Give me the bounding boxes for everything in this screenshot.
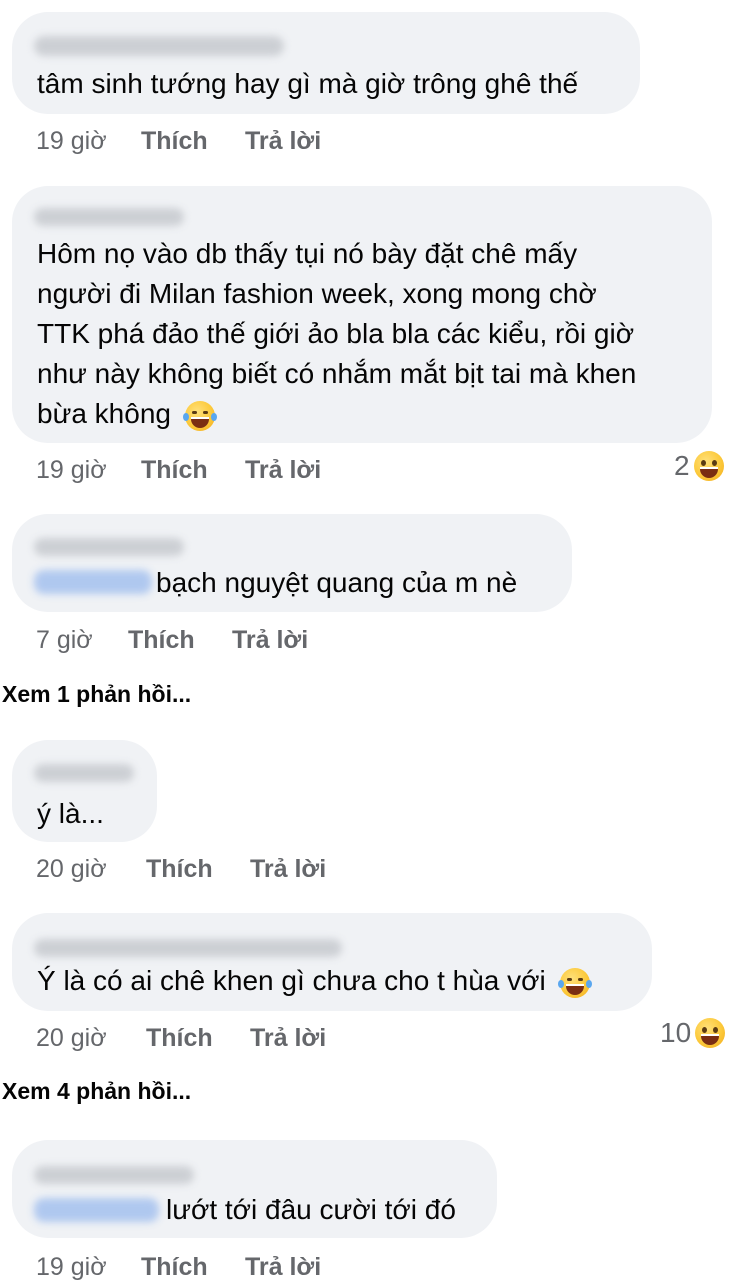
view-replies-link[interactable]: Xem 1 phản hồi...	[2, 681, 191, 708]
reaction-summary[interactable]: 10	[660, 1017, 726, 1049]
reply-button[interactable]: Trả lời	[245, 1252, 321, 1282]
like-button[interactable]: Thích	[128, 625, 232, 655]
comment-actions: 20 giờ Thích Trả lời	[36, 1023, 326, 1053]
comment-time: 20 giờ	[36, 855, 107, 883]
comment-text-line: người đi Milan fashion week, xong mong c…	[37, 278, 597, 309]
comment-bubble: lướt tới đâu cười tới đó	[12, 1140, 497, 1238]
like-button[interactable]: Thích	[141, 455, 245, 485]
reaction-count: 2	[674, 450, 690, 481]
like-button[interactable]: Thích	[146, 1023, 250, 1053]
reply-button[interactable]: Trả lời	[250, 854, 326, 884]
comment-text-main: Ý là có ai chê khen gì chưa cho t hùa vớ…	[37, 965, 546, 996]
like-button[interactable]: Thích	[141, 1252, 245, 1282]
haha-reaction-icon	[693, 451, 724, 481]
reaction-summary[interactable]: 2	[674, 450, 724, 482]
comment-actions: 19 giờ Thích Trả lời	[36, 126, 321, 156]
comment-time: 19 giờ	[36, 456, 107, 484]
comment-bubble: Hôm nọ vào db thấy tụi nó bày đặt chê mấ…	[12, 186, 712, 443]
comment-text-tail: bừa không	[37, 398, 171, 429]
reply-button[interactable]: Trả lời	[232, 625, 308, 655]
reply-button[interactable]: Trả lời	[245, 126, 321, 156]
reply-button[interactable]: Trả lời	[250, 1023, 326, 1053]
comment-bubble: ý là...	[12, 740, 157, 842]
haha-reaction-icon	[695, 1018, 726, 1048]
blurred-author-name	[34, 36, 284, 56]
blurred-mention	[34, 1198, 159, 1222]
comment-text: ý là...	[37, 798, 104, 829]
comment-text: tâm sinh tướng hay gì mà giờ trông ghê t…	[37, 68, 579, 99]
comment-text-line: TTK phá đảo thế giới ảo bla bla các kiểu…	[37, 318, 635, 349]
face-with-tears-of-joy-icon	[182, 400, 217, 431]
comment-time: 20 giờ	[36, 1024, 107, 1052]
blurred-author-name	[34, 1166, 194, 1184]
comment-text-line: bừa không	[37, 394, 217, 434]
comment-text: Ý là có ai chê khen gì chưa cho t hùa vớ…	[37, 961, 592, 1001]
comment-actions: 19 giờ Thích Trả lời	[36, 1252, 321, 1282]
comment-text: bạch nguyệt quang của m nè	[156, 567, 518, 598]
comment-actions: 20 giờ Thích Trả lời	[36, 854, 326, 884]
comment-time: 7 giờ	[36, 626, 93, 654]
comment-actions: 19 giờ Thích Trả lời	[36, 455, 321, 485]
like-button[interactable]: Thích	[146, 854, 250, 884]
comment-text-line: Hôm nọ vào db thấy tụi nó bày đặt chê mấ…	[37, 238, 578, 269]
blurred-author-name	[34, 764, 134, 782]
comment-text-line: như này không biết có nhắm mắt bịt tai m…	[37, 358, 637, 389]
blurred-author-name	[34, 538, 184, 556]
comment-time: 19 giờ	[36, 1253, 107, 1281]
reply-button[interactable]: Trả lời	[245, 455, 321, 485]
blurred-mention	[34, 570, 152, 594]
blurred-author-name	[34, 208, 184, 226]
comment-actions: 7 giờ Thích Trả lời	[36, 625, 308, 655]
view-replies-link[interactable]: Xem 4 phản hồi...	[2, 1078, 191, 1105]
face-with-tears-of-joy-icon	[557, 967, 592, 998]
comment-bubble: bạch nguyệt quang của m nè	[12, 514, 572, 612]
comment-bubble: Ý là có ai chê khen gì chưa cho t hùa vớ…	[12, 913, 652, 1011]
like-button[interactable]: Thích	[141, 126, 245, 156]
blurred-author-name	[34, 939, 342, 957]
comment-text: lướt tới đâu cười tới đó	[166, 1194, 456, 1225]
comment-bubble: tâm sinh tướng hay gì mà giờ trông ghê t…	[12, 12, 640, 114]
reaction-count: 10	[660, 1017, 692, 1048]
comment-time: 19 giờ	[36, 127, 107, 155]
